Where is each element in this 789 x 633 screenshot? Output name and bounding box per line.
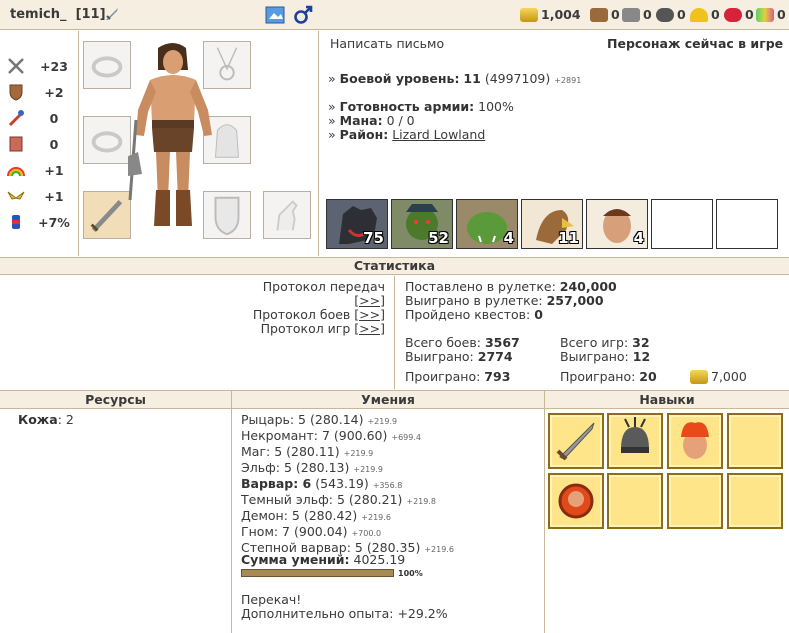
mount-slot[interactable] — [263, 191, 311, 239]
skill-row: Гном: 7 (900.04) +700.0 — [241, 524, 382, 539]
army-readiness: » Готовность армии: 100% — [328, 99, 514, 114]
knowledge-stat: 0 — [6, 134, 72, 154]
spellpower-stat: 0 — [6, 108, 72, 128]
attack-stat: +23 — [6, 56, 72, 76]
shield-face-talent-icon[interactable] — [548, 473, 604, 529]
battle-protocol-link[interactable]: Протокол боев [>>] — [230, 308, 385, 322]
district-link[interactable]: Lizard Lowland — [392, 127, 485, 142]
skill-row: Демон: 5 (280.42) +219.6 — [241, 508, 391, 523]
initiative-stat: +7% — [6, 212, 72, 232]
sword-icon — [8, 58, 24, 74]
faction-skills-list: Рыцарь: 5 (280.14) +219.9 Некромант: 7 (… — [241, 413, 454, 557]
top-bar: temich_ [11] 1,004 0 0 0 0 0 0 — [0, 0, 789, 30]
potion-icon — [12, 215, 20, 229]
morale-stat: +1 — [6, 186, 72, 206]
wood-icon — [590, 7, 608, 22]
online-status: Персонаж сейчас в игре — [607, 36, 784, 51]
ring-slot[interactable] — [83, 41, 131, 89]
player-name[interactable]: temich_ [11] — [10, 7, 106, 22]
battle-stats: Всего боев: 3567 Выиграно: 2774 Проигран… — [405, 335, 520, 384]
combat-level: » Боевой уровень: 11 (4997109) +2891 — [328, 71, 582, 86]
shield-icon — [9, 84, 23, 101]
resources-header: Ресурсы — [0, 391, 231, 409]
gold-icon — [520, 7, 538, 22]
ore-icon — [622, 7, 640, 22]
mercury-icon — [656, 7, 674, 22]
army-slot-orc[interactable]: 52 — [391, 199, 453, 249]
roulette-stats: Поставлено в рулетке: 240,000 Выиграно в… — [405, 279, 617, 322]
games-gold: 7,000 — [690, 369, 747, 384]
character-avatar — [128, 43, 212, 226]
gems-icon — [756, 7, 774, 22]
resource-leather: Кожа: 2 — [18, 412, 74, 427]
game-stats: Всего игр: 32 Выиграно: 12 Проиграно: 20 — [560, 335, 657, 384]
protocol-links: Протокол передач [>>] Протокол боев [>>]… — [230, 280, 385, 336]
skills-header: Умения — [232, 391, 544, 409]
skills-progress-bar — [241, 569, 394, 577]
district: » Район: Lizard Lowland — [328, 127, 486, 142]
transfer-protocol-link[interactable]: Протокол передач [>>] — [230, 280, 385, 308]
defense-stat: +2 — [6, 82, 72, 102]
army-slot-wolf[interactable]: 75 — [326, 199, 388, 249]
game-protocol-link[interactable]: Протокол игр [>>] — [230, 322, 385, 336]
skill-row: Варвар: 6 (543.19) +356.8 — [241, 476, 403, 491]
empty-talent-slot[interactable] — [727, 413, 783, 469]
wood-counter: 0 — [590, 7, 620, 22]
army-slot-empty[interactable] — [651, 199, 713, 249]
progress-percent: 100% — [398, 569, 423, 578]
skill-row: Рыцарь: 5 (280.14) +219.9 — [241, 412, 398, 427]
talents-header: Навыки — [545, 391, 789, 409]
extra-exp: Дополнительно опыта: +29.2% — [241, 606, 448, 621]
army-slot-ogre[interactable]: 4 — [456, 199, 518, 249]
luck-stat: +1 — [6, 160, 72, 180]
profile-picture-icon[interactable] — [264, 4, 286, 26]
sulfur-counter: 0 — [690, 7, 720, 22]
skills-sum: Сумма умений: 4025.19 — [241, 552, 406, 567]
ring-slot-2[interactable] — [83, 116, 131, 164]
progress-fill — [242, 570, 393, 576]
mana: » Мана: 0 / 0 — [328, 113, 415, 128]
statistics-header: Статистика — [0, 257, 789, 275]
sword-talent-icon[interactable] — [548, 413, 604, 469]
fire-head-talent-icon[interactable] — [667, 413, 723, 469]
army-slot-griffin[interactable]: 11 — [521, 199, 583, 249]
ore-counter: 0 — [622, 7, 652, 22]
empty-talent-slot[interactable] — [607, 473, 663, 529]
army-slot-empty[interactable] — [716, 199, 778, 249]
rainbow-icon — [7, 167, 25, 177]
sulfur-icon — [690, 7, 708, 22]
crystal-counter: 0 — [724, 7, 754, 22]
crystal-icon — [724, 7, 742, 22]
weapon-slot[interactable] — [83, 191, 131, 239]
skill-row: Темный эльф: 5 (280.21) +219.8 — [241, 492, 436, 507]
skill-row: Некромант: 7 (900.60) +699.4 — [241, 428, 421, 443]
book-icon — [9, 136, 23, 152]
empty-talent-slot[interactable] — [667, 473, 723, 529]
gold-counter: 1,004 — [520, 7, 581, 22]
male-gender-icon — [294, 5, 313, 24]
mercury-counter: 0 — [656, 7, 686, 22]
wand-icon — [8, 110, 24, 127]
sword-icon — [106, 8, 118, 20]
skill-row: Эльф: 5 (280.13) +219.9 — [241, 460, 383, 475]
wings-icon — [7, 191, 25, 200]
army-slot-barbarian[interactable]: 4 — [586, 199, 648, 249]
empty-talent-slot[interactable] — [727, 473, 783, 529]
gems-counter: 0 — [756, 7, 786, 22]
gold-icon — [690, 369, 708, 384]
helmet-talent-icon[interactable] — [607, 413, 663, 469]
overkill-text: Перекач! — [241, 592, 302, 607]
skill-row: Маг: 5 (280.11) +219.9 — [241, 444, 374, 459]
write-letter-link[interactable]: Написать письмо — [330, 36, 444, 51]
